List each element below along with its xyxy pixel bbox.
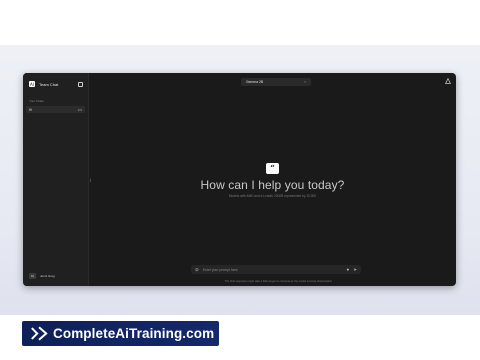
sidebar-header: AI Team Chat [29, 79, 83, 89]
disclaimer-text: The final response might take a little l… [224, 280, 332, 283]
sidebar-chat-item[interactable]: Hi ••• [26, 106, 85, 113]
model-selector[interactable]: Gemma 2B × [241, 78, 311, 86]
settings-icon[interactable] [445, 77, 451, 84]
brand-logo-icon [31, 326, 48, 341]
quote-icon: “ [266, 163, 279, 174]
app-title: Team Chat [39, 81, 59, 87]
welcome-title: How can I help you today? [200, 178, 345, 192]
watermark-banner: CompleteAiTraining.com [22, 321, 219, 346]
prompt-bar: ⊘ ● ➤ [191, 265, 361, 274]
chat-item-label: Hi [29, 107, 33, 112]
app-logo-icon: AI [29, 81, 35, 87]
chat-options-icon[interactable]: ••• [78, 107, 82, 112]
prompt-input[interactable] [202, 267, 344, 272]
chats-section-label: Your Chats [29, 99, 44, 103]
send-icon[interactable]: ➤ [353, 267, 357, 273]
close-icon[interactable]: × [304, 80, 306, 84]
user-name: Jenni Greg [40, 274, 55, 278]
new-chat-icon[interactable] [78, 81, 83, 87]
model-name: Gemma 2B [246, 80, 264, 84]
welcome-subtitle: Models with AMD and a Leader 2000B repre… [228, 194, 317, 198]
welcome-area: “ How can I help you today? Models with … [89, 163, 456, 198]
brand-text: CompleteAiTraining.com [53, 326, 215, 341]
attach-icon[interactable]: ⊘ [195, 267, 199, 273]
avatar: JG [29, 273, 36, 279]
user-profile[interactable]: JG Jenni Greg [29, 272, 83, 280]
microphone-icon[interactable]: ● [347, 267, 350, 272]
sidebar: AI Team Chat Your Chats Hi ••• JG Jenni … [23, 73, 88, 286]
chat-app-window: AI Team Chat Your Chats Hi ••• JG Jenni … [23, 73, 456, 286]
